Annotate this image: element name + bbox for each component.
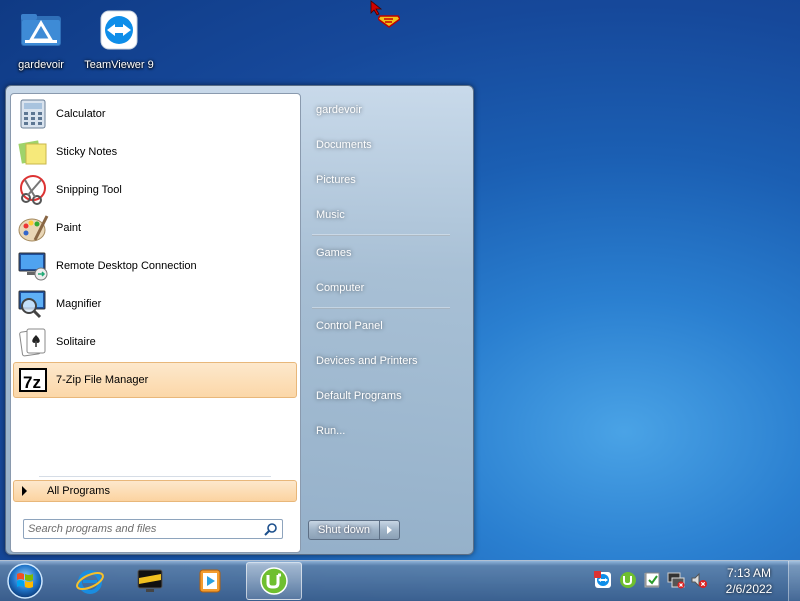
program-paint[interactable]: Paint — [13, 210, 297, 246]
show-desktop-button[interactable] — [788, 561, 800, 601]
teamviewer-tray-icon[interactable] — [594, 571, 612, 589]
clock-time: 7:13 AM — [726, 566, 772, 580]
divider — [39, 476, 271, 477]
right-item-documents[interactable]: Documents — [306, 132, 466, 158]
right-item-computer[interactable]: Computer — [306, 275, 466, 301]
paint-palette-icon — [18, 215, 49, 242]
program-label: 7-Zip File Manager — [56, 374, 149, 386]
magnifier-icon — [18, 290, 46, 319]
right-item-run[interactable]: Run... — [306, 418, 466, 444]
sticky-notes-icon — [18, 140, 47, 165]
divider — [312, 234, 450, 236]
program-label: Paint — [56, 222, 82, 234]
action-center-icon[interactable] — [643, 571, 661, 589]
search-icon[interactable] — [264, 522, 278, 536]
program-remote-desktop[interactable]: Remote Desktop Connection — [13, 248, 297, 284]
program-snipping-tool[interactable]: Snipping Tool — [13, 172, 297, 208]
right-item-default-programs[interactable]: Default Programs — [306, 383, 466, 409]
taskbar: 7:13 AM 2/6/2022 — [0, 560, 800, 601]
program-label: Solitaire — [56, 336, 96, 348]
program-label: Sticky Notes — [56, 146, 118, 158]
utorrent-icon — [260, 567, 288, 595]
program-sticky-notes[interactable]: Sticky Notes — [13, 134, 297, 170]
desktop-icon-label: gardevoir — [18, 59, 64, 71]
taskbar-internet-explorer[interactable] — [62, 562, 118, 600]
desktop-icon-label: TeamViewer 9 — [84, 59, 154, 71]
remote-desktop-icon — [18, 252, 48, 281]
search-box[interactable] — [23, 519, 283, 539]
volume-muted-icon[interactable] — [690, 571, 708, 589]
program-label: Magnifier — [56, 298, 102, 310]
cards-icon — [19, 328, 46, 357]
right-item-devices-printers[interactable]: Devices and Printers — [306, 348, 466, 374]
divider — [312, 307, 450, 309]
right-item-music[interactable]: Music — [306, 202, 466, 228]
right-item-games[interactable]: Games — [306, 240, 466, 266]
start-button[interactable] — [3, 562, 47, 600]
all-programs-label: All Programs — [47, 485, 110, 497]
clock-date: 2/6/2022 — [725, 582, 773, 596]
right-item-user-folder[interactable]: gardevoir — [306, 97, 466, 123]
program-label: Remote Desktop Connection — [56, 260, 197, 272]
triangle-right-icon — [387, 526, 392, 534]
all-programs-button[interactable]: All Programs — [13, 480, 297, 502]
program-label: Snipping Tool — [56, 184, 122, 196]
programs-pane: Calculator Sticky Notes Snipping Tool Pa… — [10, 93, 301, 553]
taskbar-media-player[interactable] — [182, 562, 238, 600]
folder-icon — [21, 14, 61, 46]
internet-explorer-icon — [76, 570, 104, 594]
calculator-icon — [20, 99, 46, 129]
utorrent-tray-icon[interactable] — [619, 571, 637, 589]
teamviewer-icon — [100, 10, 138, 50]
scissors-icon — [20, 175, 46, 205]
taskbar-utorrent[interactable] — [246, 562, 302, 600]
desktop-icon-teamviewer[interactable]: TeamViewer 9 — [80, 6, 158, 71]
media-center-icon — [137, 569, 163, 592]
network-icon[interactable] — [667, 571, 685, 589]
svg-text:7z: 7z — [23, 373, 41, 392]
search-input[interactable] — [24, 521, 264, 537]
desktop-icon-gardevoir[interactable]: gardevoir — [2, 6, 80, 71]
start-menu: Calculator Sticky Notes Snipping Tool Pa… — [5, 85, 474, 555]
system-clock[interactable]: 7:13 AM 2/6/2022 — [714, 565, 784, 597]
program-label: Calculator — [56, 108, 106, 120]
media-player-icon — [199, 569, 221, 593]
program-solitaire[interactable]: Solitaire — [13, 324, 297, 360]
right-item-control-panel[interactable]: Control Panel — [306, 313, 466, 339]
right-item-pictures[interactable]: Pictures — [306, 167, 466, 193]
program-calculator[interactable]: Calculator — [13, 96, 297, 132]
program-7zip[interactable]: 7z 7-Zip File Manager — [13, 362, 297, 398]
shutdown-options-button[interactable] — [380, 520, 400, 540]
triangle-right-icon — [22, 486, 27, 496]
superman-logo-icon — [378, 15, 400, 28]
sevenzip-icon: 7z — [19, 368, 47, 392]
taskbar-media-center[interactable] — [122, 562, 178, 600]
program-magnifier[interactable]: Magnifier — [13, 286, 297, 322]
shutdown-button[interactable]: Shut down — [308, 520, 380, 540]
